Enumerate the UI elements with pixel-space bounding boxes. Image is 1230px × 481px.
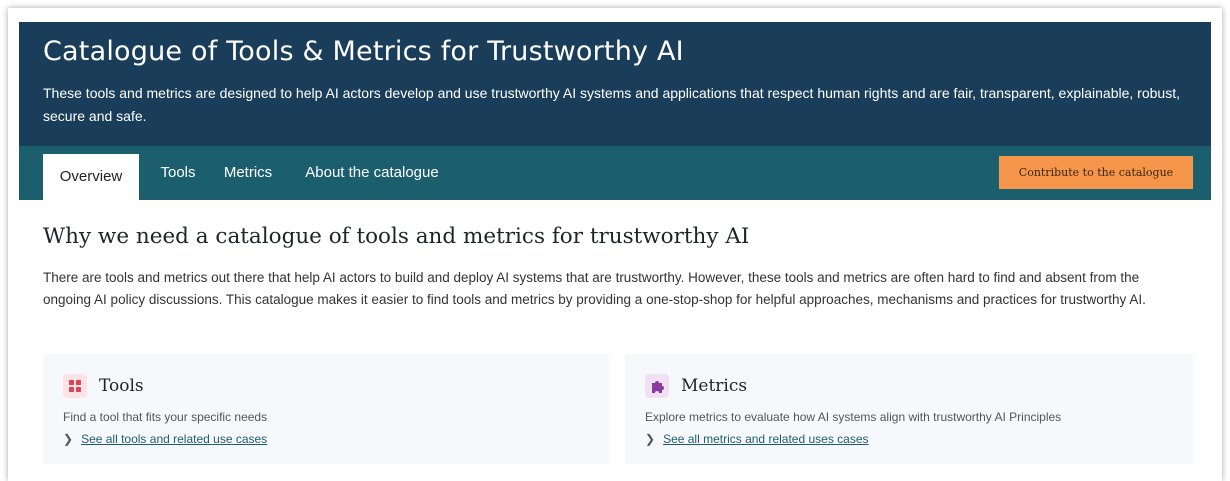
tools-card: Tools Find a tool that fits your specifi… xyxy=(43,354,609,464)
hero-banner: Catalogue of Tools & Metrics for Trustwo… xyxy=(19,22,1211,146)
tab-about-the-catalogue[interactable]: About the catalogue xyxy=(297,146,447,200)
contribute-button[interactable]: Contribute to the catalogue xyxy=(999,156,1193,189)
tools-card-description: Find a tool that fits your specific need… xyxy=(63,410,268,424)
main-nav: Overview Tools Metrics About the catalog… xyxy=(19,146,1211,200)
grid-icon xyxy=(63,374,87,398)
tools-card-link-row: ❯ See all tools and related use cases xyxy=(63,430,267,448)
metrics-card-description: Explore metrics to evaluate how AI syste… xyxy=(645,410,1062,424)
tab-tools[interactable]: Tools xyxy=(151,146,205,200)
tab-metrics[interactable]: Metrics xyxy=(215,146,281,200)
tools-card-title: Tools xyxy=(99,376,144,396)
puzzle-icon xyxy=(645,374,669,398)
see-all-metrics-link[interactable]: See all metrics and related uses cases xyxy=(663,432,868,446)
page-description: These tools and metrics are designed to … xyxy=(43,85,1180,124)
chevron-right-icon: ❯ xyxy=(645,432,656,446)
metrics-card-link-row: ❯ See all metrics and related uses cases xyxy=(645,430,869,448)
metrics-card-title: Metrics xyxy=(681,376,748,396)
metrics-card: Metrics Explore metrics to evaluate how … xyxy=(625,354,1193,464)
page: Catalogue of Tools & Metrics for Trustwo… xyxy=(19,22,1211,481)
section-body: There are tools and metrics out there th… xyxy=(43,270,1146,307)
page-title: Catalogue of Tools & Metrics for Trustwo… xyxy=(43,36,684,67)
see-all-tools-link[interactable]: See all tools and related use cases xyxy=(81,432,267,446)
tab-overview[interactable]: Overview xyxy=(43,154,139,200)
section-title: Why we need a catalogue of tools and met… xyxy=(43,224,750,249)
chevron-right-icon: ❯ xyxy=(63,432,74,446)
